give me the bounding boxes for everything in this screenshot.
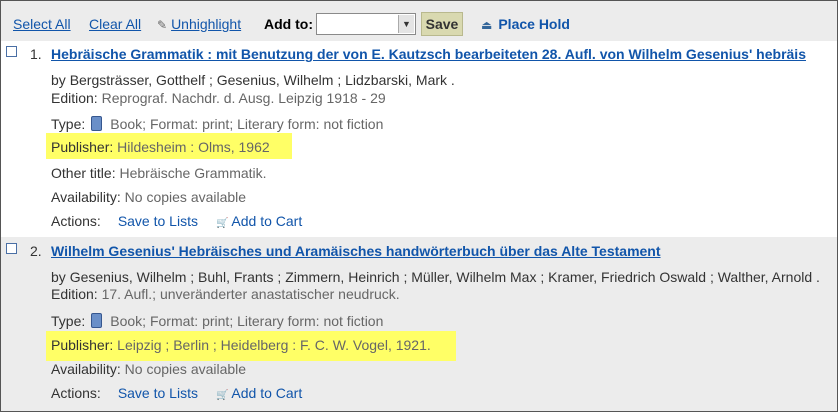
publisher-value: Leipzig ; Berlin ; Heidelberg : F. C. W.…	[117, 337, 431, 353]
add-to-cart-link[interactable]: 🛒 Add to Cart	[216, 385, 302, 401]
actions-label: Actions:	[51, 213, 101, 229]
result-title-link[interactable]: Hebräische Grammatik : mit Benutzung der…	[51, 46, 806, 62]
result-number: 1.	[30, 46, 42, 62]
authors-value: Bergsträsser, Gotthelf ; Gesenius, Wilhe…	[69, 72, 455, 88]
format-value: print	[202, 313, 230, 329]
result-checkbox[interactable]	[6, 46, 17, 57]
save-to-lists-link[interactable]: Save to Lists	[118, 213, 198, 229]
availability-line: Availability: No copies available	[51, 361, 246, 377]
add-to-cart-label: Add to Cart	[231, 213, 303, 229]
publisher-line: Publisher: Hildesheim : Olms, 1962	[51, 139, 270, 155]
publisher-line: Publisher: Leipzig ; Berlin ; Heidelberg…	[51, 337, 431, 353]
type-value: Book	[110, 116, 143, 132]
add-to-cart-label: Add to Cart	[231, 385, 303, 401]
type-label: Type:	[51, 313, 86, 329]
other-title-label: Other title:	[51, 165, 116, 181]
save-button[interactable]: Save	[421, 12, 463, 36]
cart-icon: 🛒	[215, 390, 229, 401]
book-icon	[91, 313, 103, 328]
place-hold-button[interactable]: ⏏ Place Hold	[481, 16, 570, 32]
add-to-label: Add to:	[264, 16, 313, 32]
literary-form-label: ; Literary form:	[229, 313, 320, 329]
save-to-lists-link[interactable]: Save to Lists	[118, 385, 198, 401]
edition-line: Edition: Reprograf. Nachdr. d. Ausg. Lei…	[51, 90, 386, 106]
literary-form-label: ; Literary form:	[229, 116, 320, 132]
result-checkbox[interactable]	[6, 243, 17, 254]
authors-value: Gesenius, Wilhelm ; Buhl, Frants ; Zimme…	[69, 269, 820, 285]
by-label: by	[51, 269, 66, 285]
edition-value: Reprograf. Nachdr. d. Ausg. Leipzig 1918…	[101, 90, 386, 106]
book-icon	[91, 116, 103, 131]
edition-value: 17. Aufl.; unveränderter anastatischer n…	[101, 286, 400, 302]
format-label: ; Format:	[142, 313, 199, 329]
format-value: print	[202, 116, 230, 132]
add-to-list-select[interactable]: ▼	[316, 13, 416, 35]
edition-label: Edition:	[51, 90, 98, 106]
result-item: 2. Wilhelm Gesenius' Hebräisches und Ara…	[1, 237, 837, 411]
availability-value: No copies available	[124, 189, 247, 205]
result-item: 1. Hebräische Grammatik : mit Benutzung …	[1, 41, 837, 237]
other-title-line: Other title: Hebräische Grammatik.	[51, 165, 267, 181]
actions-label: Actions:	[51, 385, 101, 401]
results-frame: Select All Clear All ✎ Unhighlight Add to…	[0, 0, 838, 412]
availability-value: No copies available	[124, 361, 247, 377]
literary-form-value: not fiction	[323, 116, 384, 132]
edition-label: Edition:	[51, 286, 98, 302]
add-to-cart-link[interactable]: 🛒 Add to Cart	[216, 213, 302, 229]
unhighlight-label: Unhighlight	[171, 16, 242, 32]
edition-line: Edition: 17. Aufl.; unveränderter anasta…	[51, 286, 400, 302]
hold-icon: ⏏	[481, 18, 493, 32]
type-value: Book	[110, 313, 143, 329]
result-number: 2.	[30, 243, 42, 259]
authors-line: by Bergsträsser, Gotthelf ; Gesenius, Wi…	[51, 72, 455, 88]
publisher-label: Publisher:	[51, 337, 114, 353]
pencil-icon: ✎	[157, 18, 168, 32]
unhighlight-link[interactable]: ✎ Unhighlight	[157, 16, 241, 32]
availability-label: Availability:	[51, 361, 121, 377]
authors-line: by Gesenius, Wilhelm ; Buhl, Frants ; Zi…	[51, 269, 820, 285]
cart-icon: 🛒	[215, 218, 229, 229]
result-title-link[interactable]: Wilhelm Gesenius' Hebräisches und Aramäi…	[51, 243, 661, 259]
by-label: by	[51, 72, 66, 88]
type-label: Type:	[51, 116, 86, 132]
availability-label: Availability:	[51, 189, 121, 205]
results-toolbar: Select All Clear All ✎ Unhighlight Add to…	[1, 1, 837, 41]
type-line: Type: Book; Format: print; Literary form:…	[51, 313, 383, 329]
publisher-value: Hildesheim : Olms, 1962	[117, 139, 270, 155]
availability-line: Availability: No copies available	[51, 189, 246, 205]
place-hold-label: Place Hold	[498, 16, 570, 32]
actions-line: Actions: Save to Lists 🛒 Add to Cart	[51, 385, 302, 401]
chevron-down-icon[interactable]: ▼	[398, 15, 414, 33]
actions-line: Actions: Save to Lists 🛒 Add to Cart	[51, 213, 302, 229]
clear-all-link[interactable]: Clear All	[89, 16, 141, 32]
select-all-link[interactable]: Select All	[13, 16, 71, 32]
other-title-value: Hebräische Grammatik.	[119, 165, 267, 181]
literary-form-value: not fiction	[323, 313, 384, 329]
type-line: Type: Book; Format: print; Literary form:…	[51, 116, 383, 132]
format-label: ; Format:	[142, 116, 199, 132]
publisher-label: Publisher:	[51, 139, 114, 155]
